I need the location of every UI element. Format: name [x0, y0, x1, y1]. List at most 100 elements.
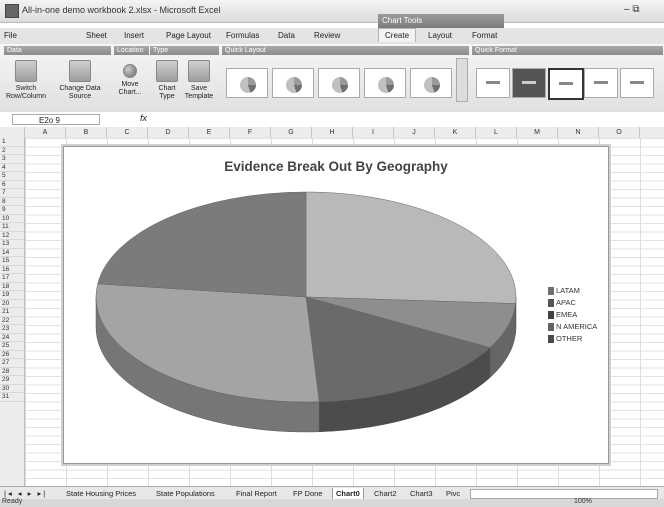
window-controls[interactable]: – ⧉ [624, 4, 639, 15]
zoom-level[interactable]: 100% [574, 498, 592, 505]
tab-format[interactable]: Format [472, 31, 497, 40]
column-header-d[interactable]: D [148, 127, 189, 138]
column-header-o[interactable]: O [599, 127, 640, 138]
row-header-8[interactable]: 8 [0, 198, 24, 206]
column-header-j[interactable]: J [394, 127, 435, 138]
pie-chart[interactable]: Evidence Break Out By Geography LATAM APA… [63, 146, 609, 464]
tab-layout[interactable]: Layout [428, 31, 452, 40]
row-header-24[interactable]: 24 [0, 334, 24, 342]
row-header-21[interactable]: 21 [0, 308, 24, 317]
select-all-corner[interactable] [0, 127, 25, 138]
row-header-11[interactable]: 11 [0, 223, 24, 232]
sheet-tab-state-housing-prices[interactable]: State Housing Prices [66, 488, 136, 499]
column-header-g[interactable]: G [271, 127, 312, 138]
group-type: Type [150, 46, 219, 55]
tab-create[interactable]: Create [378, 28, 417, 42]
tab-formulas[interactable]: Formulas [226, 31, 259, 40]
column-header-i[interactable]: I [353, 127, 394, 138]
tab-page-layout[interactable]: Page Layout [166, 31, 211, 40]
quick-layout-3[interactable] [318, 68, 360, 98]
tab-insert[interactable]: Insert [124, 31, 144, 40]
column-header-b[interactable]: B [66, 127, 107, 138]
quick-format-2[interactable] [512, 68, 546, 98]
group-location: Location [114, 46, 149, 55]
quick-layout-scroll[interactable] [456, 58, 468, 102]
row-header-23[interactable]: 23 [0, 325, 24, 334]
quick-layout-4[interactable] [364, 68, 406, 98]
row-header-20[interactable]: 20 [0, 300, 24, 308]
name-box[interactable]: E2o 9 [12, 114, 100, 125]
chart-type-button[interactable]: Chart Type [152, 60, 182, 101]
quick-layout-5[interactable] [410, 68, 452, 98]
row-header-6[interactable]: 6 [0, 181, 24, 189]
change-data-source-button[interactable]: Change Data Source [54, 60, 106, 101]
sheet-tab-pivc[interactable]: Pivc [446, 488, 460, 499]
insert-function-button[interactable]: fx [140, 113, 147, 123]
quick-layout-1[interactable] [226, 68, 268, 98]
legend-item-other: OTHER [548, 333, 618, 345]
data-source-icon [69, 60, 91, 82]
row-header-2[interactable]: 2 [0, 147, 24, 155]
column-header-f[interactable]: F [230, 127, 271, 138]
column-header-k[interactable]: K [435, 127, 476, 138]
pie-slice-n-america[interactable] [95, 283, 320, 403]
quick-format-5[interactable] [620, 68, 654, 98]
column-header-l[interactable]: L [476, 127, 517, 138]
ribbon: Data Location Type Quick Layout Quick Fo… [0, 44, 664, 113]
row-header-18[interactable]: 18 [0, 283, 24, 291]
column-header-n[interactable]: N [558, 127, 599, 138]
sheet-tab-chart2[interactable]: Chart2 [374, 488, 397, 499]
quick-format-4[interactable] [584, 68, 618, 98]
column-header-h[interactable]: H [312, 127, 353, 138]
column-header-c[interactable]: C [107, 127, 148, 138]
quick-format-3[interactable] [548, 68, 584, 100]
row-header-3[interactable]: 3 [0, 155, 24, 164]
pie-slice-latam[interactable] [305, 191, 517, 304]
row-header-22[interactable]: 22 [0, 317, 24, 325]
save-template-button[interactable]: Save Template [182, 60, 216, 101]
row-header-4[interactable]: 4 [0, 164, 24, 172]
row-header-13[interactable]: 13 [0, 240, 24, 249]
sheet-tab-final-report[interactable]: Final Report [236, 488, 277, 499]
row-header-10[interactable]: 10 [0, 215, 24, 223]
row-header-1[interactable]: 1 [0, 138, 24, 147]
row-header-17[interactable]: 17 [0, 274, 24, 283]
row-header-30[interactable]: 30 [0, 385, 24, 393]
row-header-15[interactable]: 15 [0, 257, 24, 266]
column-header-e[interactable]: E [189, 127, 230, 138]
row-header-26[interactable]: 26 [0, 351, 24, 359]
row-header-7[interactable]: 7 [0, 189, 24, 198]
legend-item-apac: APAC [548, 297, 618, 309]
sheet-tab-state-populations[interactable]: State Populations [156, 488, 215, 499]
pie-slice-other[interactable] [97, 191, 307, 298]
row-header-5[interactable]: 5 [0, 172, 24, 181]
legend-item-emea: EMEA [548, 309, 618, 321]
row-header-19[interactable]: 19 [0, 291, 24, 300]
tab-review[interactable]: Review [314, 31, 340, 40]
row-header-29[interactable]: 29 [0, 376, 24, 385]
row-header-27[interactable]: 27 [0, 359, 24, 368]
sheet-tab-chart3[interactable]: Chart3 [410, 488, 433, 499]
tab-sheet[interactable]: Sheet [86, 31, 107, 40]
quick-format-1[interactable] [476, 68, 510, 98]
row-header-25[interactable]: 25 [0, 342, 24, 351]
tab-data[interactable]: Data [278, 31, 295, 40]
column-header-a[interactable]: A [25, 127, 66, 138]
quick-layout-2[interactable] [272, 68, 314, 98]
move-chart-button[interactable]: Move Chart... [112, 60, 148, 97]
row-header-9[interactable]: 9 [0, 206, 24, 215]
sheet-tab-fp-done[interactable]: FP Done [293, 488, 322, 499]
status-text: Ready [2, 498, 23, 505]
switch-row-column-button[interactable]: Switch Row/Column [2, 60, 50, 101]
horizontal-scrollbar[interactable] [470, 489, 658, 499]
switch-label: Switch Row/Column [5, 85, 47, 100]
row-header-31[interactable]: 31 [0, 393, 24, 402]
row-header-16[interactable]: 16 [0, 266, 24, 274]
row-header-28[interactable]: 28 [0, 368, 24, 376]
row-header-14[interactable]: 14 [0, 249, 24, 257]
format-swatch [559, 82, 573, 85]
tab-file[interactable]: File [4, 31, 17, 40]
column-header-m[interactable]: M [517, 127, 558, 138]
row-header-12[interactable]: 12 [0, 232, 24, 240]
chart-type-label: Chart Type [158, 85, 176, 100]
